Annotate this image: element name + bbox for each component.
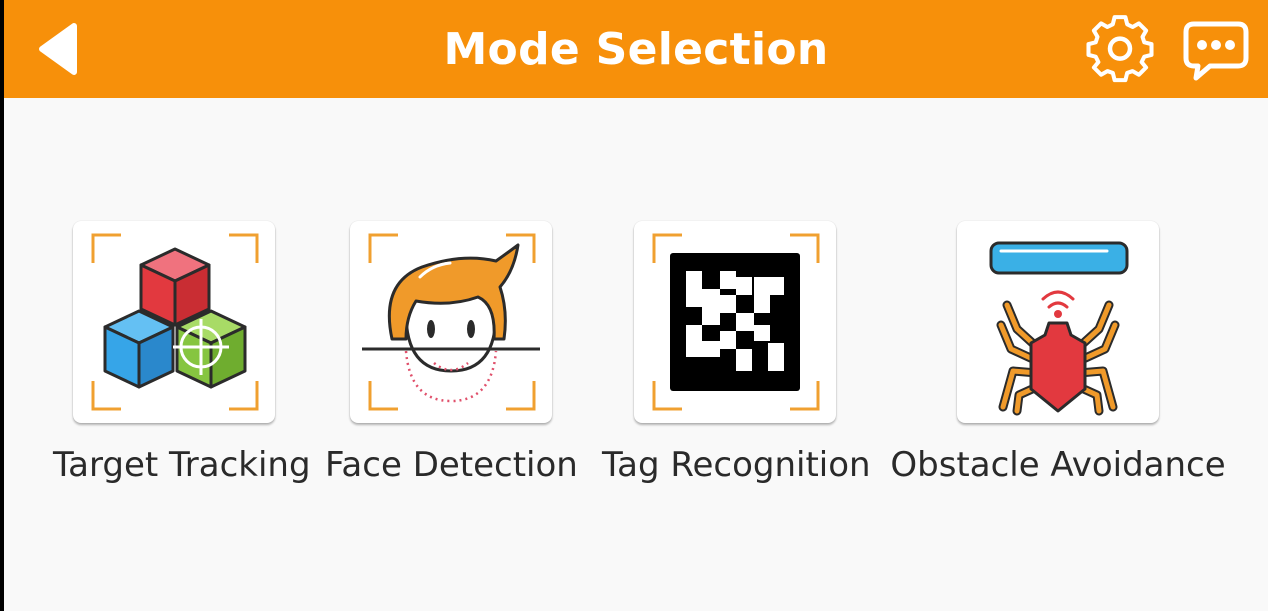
page-title: Mode Selection — [443, 23, 829, 75]
mode-label: Target Tracking — [53, 445, 311, 485]
face-scan-icon — [362, 233, 540, 411]
mode-tile[interactable] — [634, 221, 836, 423]
chat-button[interactable] — [1180, 14, 1252, 84]
app-header: Mode Selection — [4, 0, 1268, 98]
settings-button[interactable] — [1080, 13, 1160, 85]
spider-sensor-icon — [989, 241, 1129, 416]
color-cubes-target-icon — [91, 233, 259, 411]
gear-icon — [1086, 15, 1154, 83]
ar-tag-icon — [652, 233, 820, 411]
mode-label: Face Detection — [325, 445, 578, 485]
mode-tile[interactable] — [73, 221, 275, 423]
mode-label: Tag Recognition — [602, 445, 871, 485]
mode-label: Obstacle Avoidance — [890, 445, 1226, 485]
back-button[interactable] — [30, 18, 86, 80]
mode-tile[interactable] — [350, 221, 552, 423]
mode-tile[interactable] — [957, 221, 1159, 423]
back-arrow-icon — [39, 23, 77, 75]
chat-bubble-icon — [1183, 21, 1249, 81]
